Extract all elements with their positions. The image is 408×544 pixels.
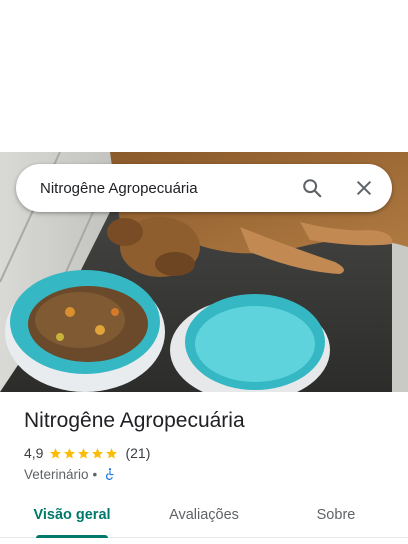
- star-icon: [92, 447, 104, 458]
- place-tabs: Visão geral Avaliações Sobre: [0, 492, 408, 538]
- rating-value: 4,9: [24, 445, 44, 461]
- star-icon: [50, 447, 62, 458]
- search-bar[interactable]: Nitrogêne Agropecuária: [16, 164, 392, 212]
- search-icon[interactable]: [292, 168, 332, 208]
- category-row: Veterinário •: [24, 465, 117, 483]
- close-icon[interactable]: [344, 168, 384, 208]
- blank-map-area: [0, 0, 408, 152]
- star-icon: [78, 447, 90, 458]
- wheelchair-icon: [106, 468, 114, 480]
- star-icon: [106, 447, 118, 458]
- tab-reviews[interactable]: Avaliações: [144, 492, 264, 537]
- search-input[interactable]: Nitrogêne Agropecuária: [40, 180, 292, 197]
- tab-reviews-label: Avaliações: [169, 506, 239, 523]
- star-icon: [64, 447, 76, 458]
- tab-overview-label: Visão geral: [33, 506, 111, 523]
- rating-stars: [49, 447, 119, 460]
- active-tab-indicator: [36, 535, 108, 538]
- rating-row[interactable]: 4,9 (21): [24, 444, 150, 462]
- place-title: Nitrogêne Agropecuária: [24, 409, 245, 432]
- separator-dot: •: [92, 466, 98, 482]
- tab-about[interactable]: Sobre: [264, 492, 408, 537]
- category-label: Veterinário: [24, 466, 89, 482]
- tab-overview[interactable]: Visão geral: [0, 492, 144, 538]
- review-count[interactable]: (21): [125, 445, 150, 461]
- tab-about-label: Sobre: [316, 506, 356, 523]
